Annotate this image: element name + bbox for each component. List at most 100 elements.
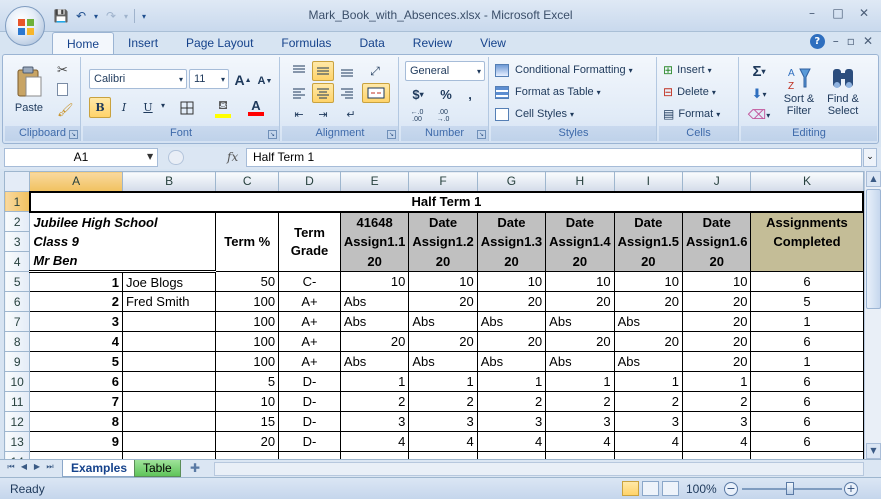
student-name[interactable]: Fred Smith xyxy=(121,291,217,312)
empty-cell[interactable] xyxy=(339,451,410,459)
term-percent[interactable]: 10 xyxy=(215,391,280,412)
term-percent[interactable]: 100 xyxy=(215,331,280,352)
student-number[interactable]: 7 xyxy=(29,391,123,412)
ribbon-close-icon[interactable]: ✕ xyxy=(863,34,873,49)
score-cell[interactable]: 3 xyxy=(545,411,615,432)
term-percent[interactable]: 50 xyxy=(215,271,280,292)
score-cell[interactable]: 20 xyxy=(613,331,684,352)
zoom-out-icon[interactable]: − xyxy=(724,482,738,496)
increase-indent-button[interactable]: ⇥ xyxy=(312,105,334,123)
term-percent[interactable]: 100 xyxy=(215,311,280,332)
score-cell[interactable]: 10 xyxy=(545,271,615,292)
score-cell[interactable]: 20 xyxy=(476,331,547,352)
vertical-scroll-thumb[interactable] xyxy=(866,189,881,309)
score-cell[interactable]: Abs xyxy=(613,351,684,372)
score-cell[interactable]: 2 xyxy=(408,391,478,412)
score-cell[interactable]: 20 xyxy=(545,331,615,352)
underline-button[interactable]: U xyxy=(137,97,159,118)
assignment-max-header[interactable]: 20 xyxy=(408,251,478,272)
font-size-select[interactable]: 11 ▾ xyxy=(189,69,229,89)
teacher-name-cell[interactable]: Mr Ben xyxy=(29,251,217,273)
column-header-i[interactable]: I xyxy=(613,171,684,192)
first-sheet-icon[interactable]: ⏮ xyxy=(6,462,16,472)
font-launcher-icon[interactable]: ↘ xyxy=(268,130,277,139)
completed-count[interactable]: 6 xyxy=(750,411,864,432)
score-cell[interactable]: 1 xyxy=(682,371,752,392)
assignment-name-header[interactable]: Assign1.1 xyxy=(339,231,410,252)
tab-home[interactable]: Home xyxy=(52,32,115,55)
term-grade[interactable]: A+ xyxy=(278,291,341,312)
score-cell[interactable]: 1 xyxy=(408,371,478,392)
number-format-select[interactable]: General ▾ xyxy=(405,61,485,81)
insert-cells-button[interactable]: ⊞ Insert ▾ xyxy=(663,61,737,79)
term-percent[interactable]: 100 xyxy=(215,291,280,312)
completed-count[interactable]: 1 xyxy=(750,311,864,332)
score-cell[interactable]: 20 xyxy=(408,331,478,352)
student-number[interactable]: 3 xyxy=(29,311,123,332)
student-number[interactable]: 9 xyxy=(29,431,123,452)
tab-insert[interactable]: Insert xyxy=(114,32,172,54)
term-percent[interactable]: 15 xyxy=(215,411,280,432)
assignment-max-header[interactable]: 20 xyxy=(476,251,547,272)
tab-page-layout[interactable]: Page Layout xyxy=(172,32,267,54)
score-cell[interactable]: 2 xyxy=(476,391,547,412)
assignment-name-header[interactable]: Assign1.6 xyxy=(682,231,752,252)
completed-count[interactable]: 6 xyxy=(750,431,864,452)
term-grade[interactable]: C- xyxy=(278,271,341,292)
zoom-slider-thumb[interactable] xyxy=(786,482,794,495)
class-name-cell[interactable]: Class 9 xyxy=(29,231,217,252)
row-header[interactable]: 3 xyxy=(4,231,31,252)
column-header-a[interactable]: A xyxy=(29,171,123,192)
row-header[interactable]: 5 xyxy=(4,271,31,292)
assignment-name-header[interactable]: Assign1.3 xyxy=(476,231,547,252)
student-name[interactable]: Joe Blogs xyxy=(121,271,217,292)
score-cell[interactable]: 4 xyxy=(476,431,547,452)
horizontal-scrollbar[interactable] xyxy=(214,462,864,476)
student-number[interactable]: 8 xyxy=(29,411,123,432)
score-cell[interactable]: 20 xyxy=(545,291,615,312)
format-cells-button[interactable]: ▤ Format ▾ xyxy=(663,105,737,123)
assignment-name-header[interactable]: Assign1.4 xyxy=(545,231,615,252)
format-painter-icon[interactable]: 🖌 xyxy=(57,103,74,119)
align-top-button[interactable] xyxy=(288,61,310,81)
student-name[interactable] xyxy=(121,351,217,372)
scroll-down-icon[interactable]: ▼ xyxy=(866,443,881,459)
score-cell[interactable]: Abs xyxy=(339,351,410,372)
column-header-f[interactable]: F xyxy=(408,171,478,192)
score-cell[interactable]: 2 xyxy=(339,391,410,412)
tab-data[interactable]: Data xyxy=(345,32,398,54)
score-cell[interactable]: 10 xyxy=(408,271,478,292)
assignment-date-header[interactable]: Date xyxy=(545,211,615,232)
score-cell[interactable]: 4 xyxy=(339,431,410,452)
ribbon-restore-icon[interactable]: ▫ xyxy=(847,34,855,49)
column-header-j[interactable]: J xyxy=(682,171,752,192)
completed-count[interactable]: 6 xyxy=(750,371,864,392)
cell-styles-button[interactable]: Cell Styles ▾ xyxy=(495,105,655,123)
score-cell[interactable]: 3 xyxy=(408,411,478,432)
conditional-formatting-button[interactable]: Conditional Formatting ▾ xyxy=(495,61,655,79)
sort-filter-button[interactable]: A Z Sort & Filter xyxy=(779,59,819,123)
score-cell[interactable]: 20 xyxy=(682,291,752,312)
term-percent[interactable]: 5 xyxy=(215,371,280,392)
row-header[interactable]: 11 xyxy=(4,391,31,412)
score-cell[interactable]: 2 xyxy=(613,391,684,412)
formula-expand-handle[interactable] xyxy=(168,150,184,165)
term-grade[interactable]: A+ xyxy=(278,331,341,352)
row-header[interactable]: 12 xyxy=(4,411,31,432)
assignment-date-header[interactable]: Date xyxy=(682,211,752,232)
cut-icon[interactable]: ✂ xyxy=(57,63,73,79)
expand-formula-bar-icon[interactable]: ⌄ xyxy=(863,148,877,167)
student-name[interactable] xyxy=(121,371,217,392)
chevron-down-icon[interactable]: ▾ xyxy=(161,101,165,110)
autosum-button[interactable]: Σ ▾ xyxy=(745,61,773,81)
empty-cell[interactable] xyxy=(750,451,864,459)
score-cell[interactable]: Abs xyxy=(339,291,410,312)
page-layout-view-icon[interactable] xyxy=(642,481,659,496)
bold-button[interactable]: B xyxy=(89,97,111,118)
score-cell[interactable]: 1 xyxy=(613,371,684,392)
score-cell[interactable]: Abs xyxy=(613,311,684,332)
score-cell[interactable]: 10 xyxy=(682,271,752,292)
assignment-max-header[interactable]: 20 xyxy=(682,251,752,272)
empty-cell[interactable] xyxy=(613,451,684,459)
term-grade[interactable]: D- xyxy=(278,371,341,392)
